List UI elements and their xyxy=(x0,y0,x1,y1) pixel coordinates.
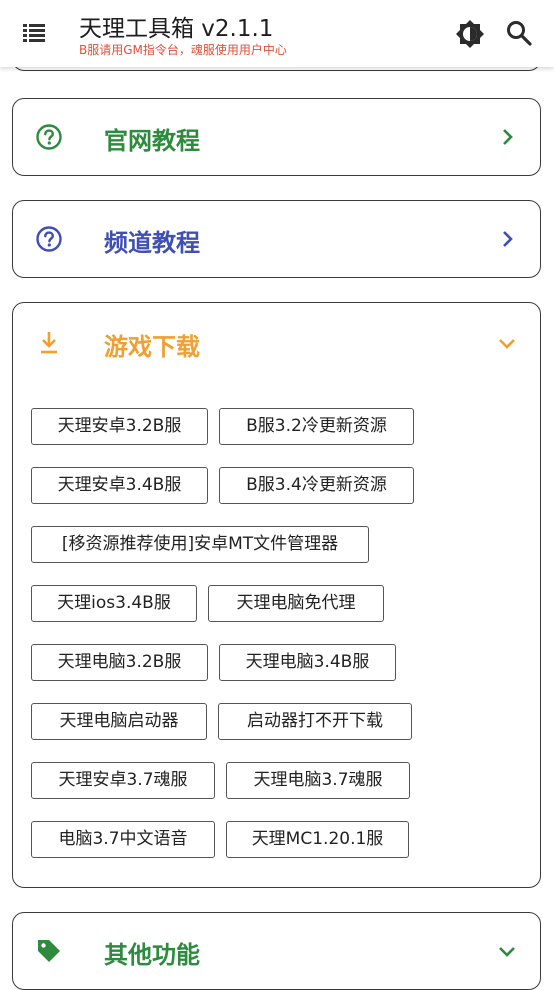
help-circle-icon xyxy=(36,226,62,252)
download-button[interactable]: 天理ios3.4B服 xyxy=(31,585,197,622)
download-button[interactable]: 天理安卓3.4B服 xyxy=(31,467,208,504)
download-button[interactable]: B服3.4冷更新资源 xyxy=(219,467,414,504)
brightness-icon[interactable] xyxy=(455,19,485,49)
download-button[interactable]: 天理安卓3.7魂服 xyxy=(31,762,215,799)
download-button[interactable]: 天理MC1.20.1服 xyxy=(226,821,409,858)
card-download-label: 游戏下载 xyxy=(104,333,200,361)
download-button[interactable]: 启动器打不开下载 xyxy=(218,703,412,740)
card-official-label: 官网教程 xyxy=(104,127,200,155)
download-button[interactable]: 天理电脑免代理 xyxy=(208,585,384,622)
download-button[interactable]: 天理电脑3.7魂服 xyxy=(226,762,410,799)
download-button[interactable]: [移资源推荐使用]安卓MT文件管理器 xyxy=(31,526,369,563)
app-title: 天理工具箱 v2.1.1 xyxy=(79,16,274,42)
download-button[interactable]: 天理电脑启动器 xyxy=(31,703,207,740)
chevron-right-icon xyxy=(503,129,513,145)
card-game-download: 游戏下载 天理安卓3.2B服 B服3.2冷更新资源 天理安卓3.4B服 B服3.… xyxy=(12,302,541,888)
download-icon xyxy=(41,332,57,354)
app-subtitle: B服请用GM指令台，魂服使用用户中心 xyxy=(79,43,287,57)
card-channel-tutorial[interactable]: 频道教程 xyxy=(12,200,541,278)
tag-icon xyxy=(38,940,60,962)
chevron-right-icon xyxy=(503,231,513,247)
chevron-down-icon xyxy=(499,947,515,957)
chevron-down-icon[interactable] xyxy=(496,332,518,354)
card-official-tutorial[interactable]: 官网教程 xyxy=(12,98,541,176)
card-channel-label: 频道教程 xyxy=(104,229,200,257)
card-other-functions[interactable]: 其他功能 xyxy=(12,912,541,990)
app-bar: 天理工具箱 v2.1.1 B服请用GM指令台，魂服使用用户中心 xyxy=(0,0,554,67)
download-button[interactable]: 天理电脑3.2B服 xyxy=(31,644,208,681)
menu-icon[interactable] xyxy=(22,22,46,44)
download-header[interactable]: 游戏下载 xyxy=(13,305,540,381)
download-button[interactable]: 天理安卓3.2B服 xyxy=(31,408,208,445)
search-icon[interactable] xyxy=(506,20,532,46)
download-button[interactable]: 电脑3.7中文语音 xyxy=(31,821,215,858)
download-button[interactable]: 天理电脑3.4B服 xyxy=(219,644,396,681)
help-circle-icon xyxy=(36,124,62,150)
download-button[interactable]: B服3.2冷更新资源 xyxy=(219,408,414,445)
